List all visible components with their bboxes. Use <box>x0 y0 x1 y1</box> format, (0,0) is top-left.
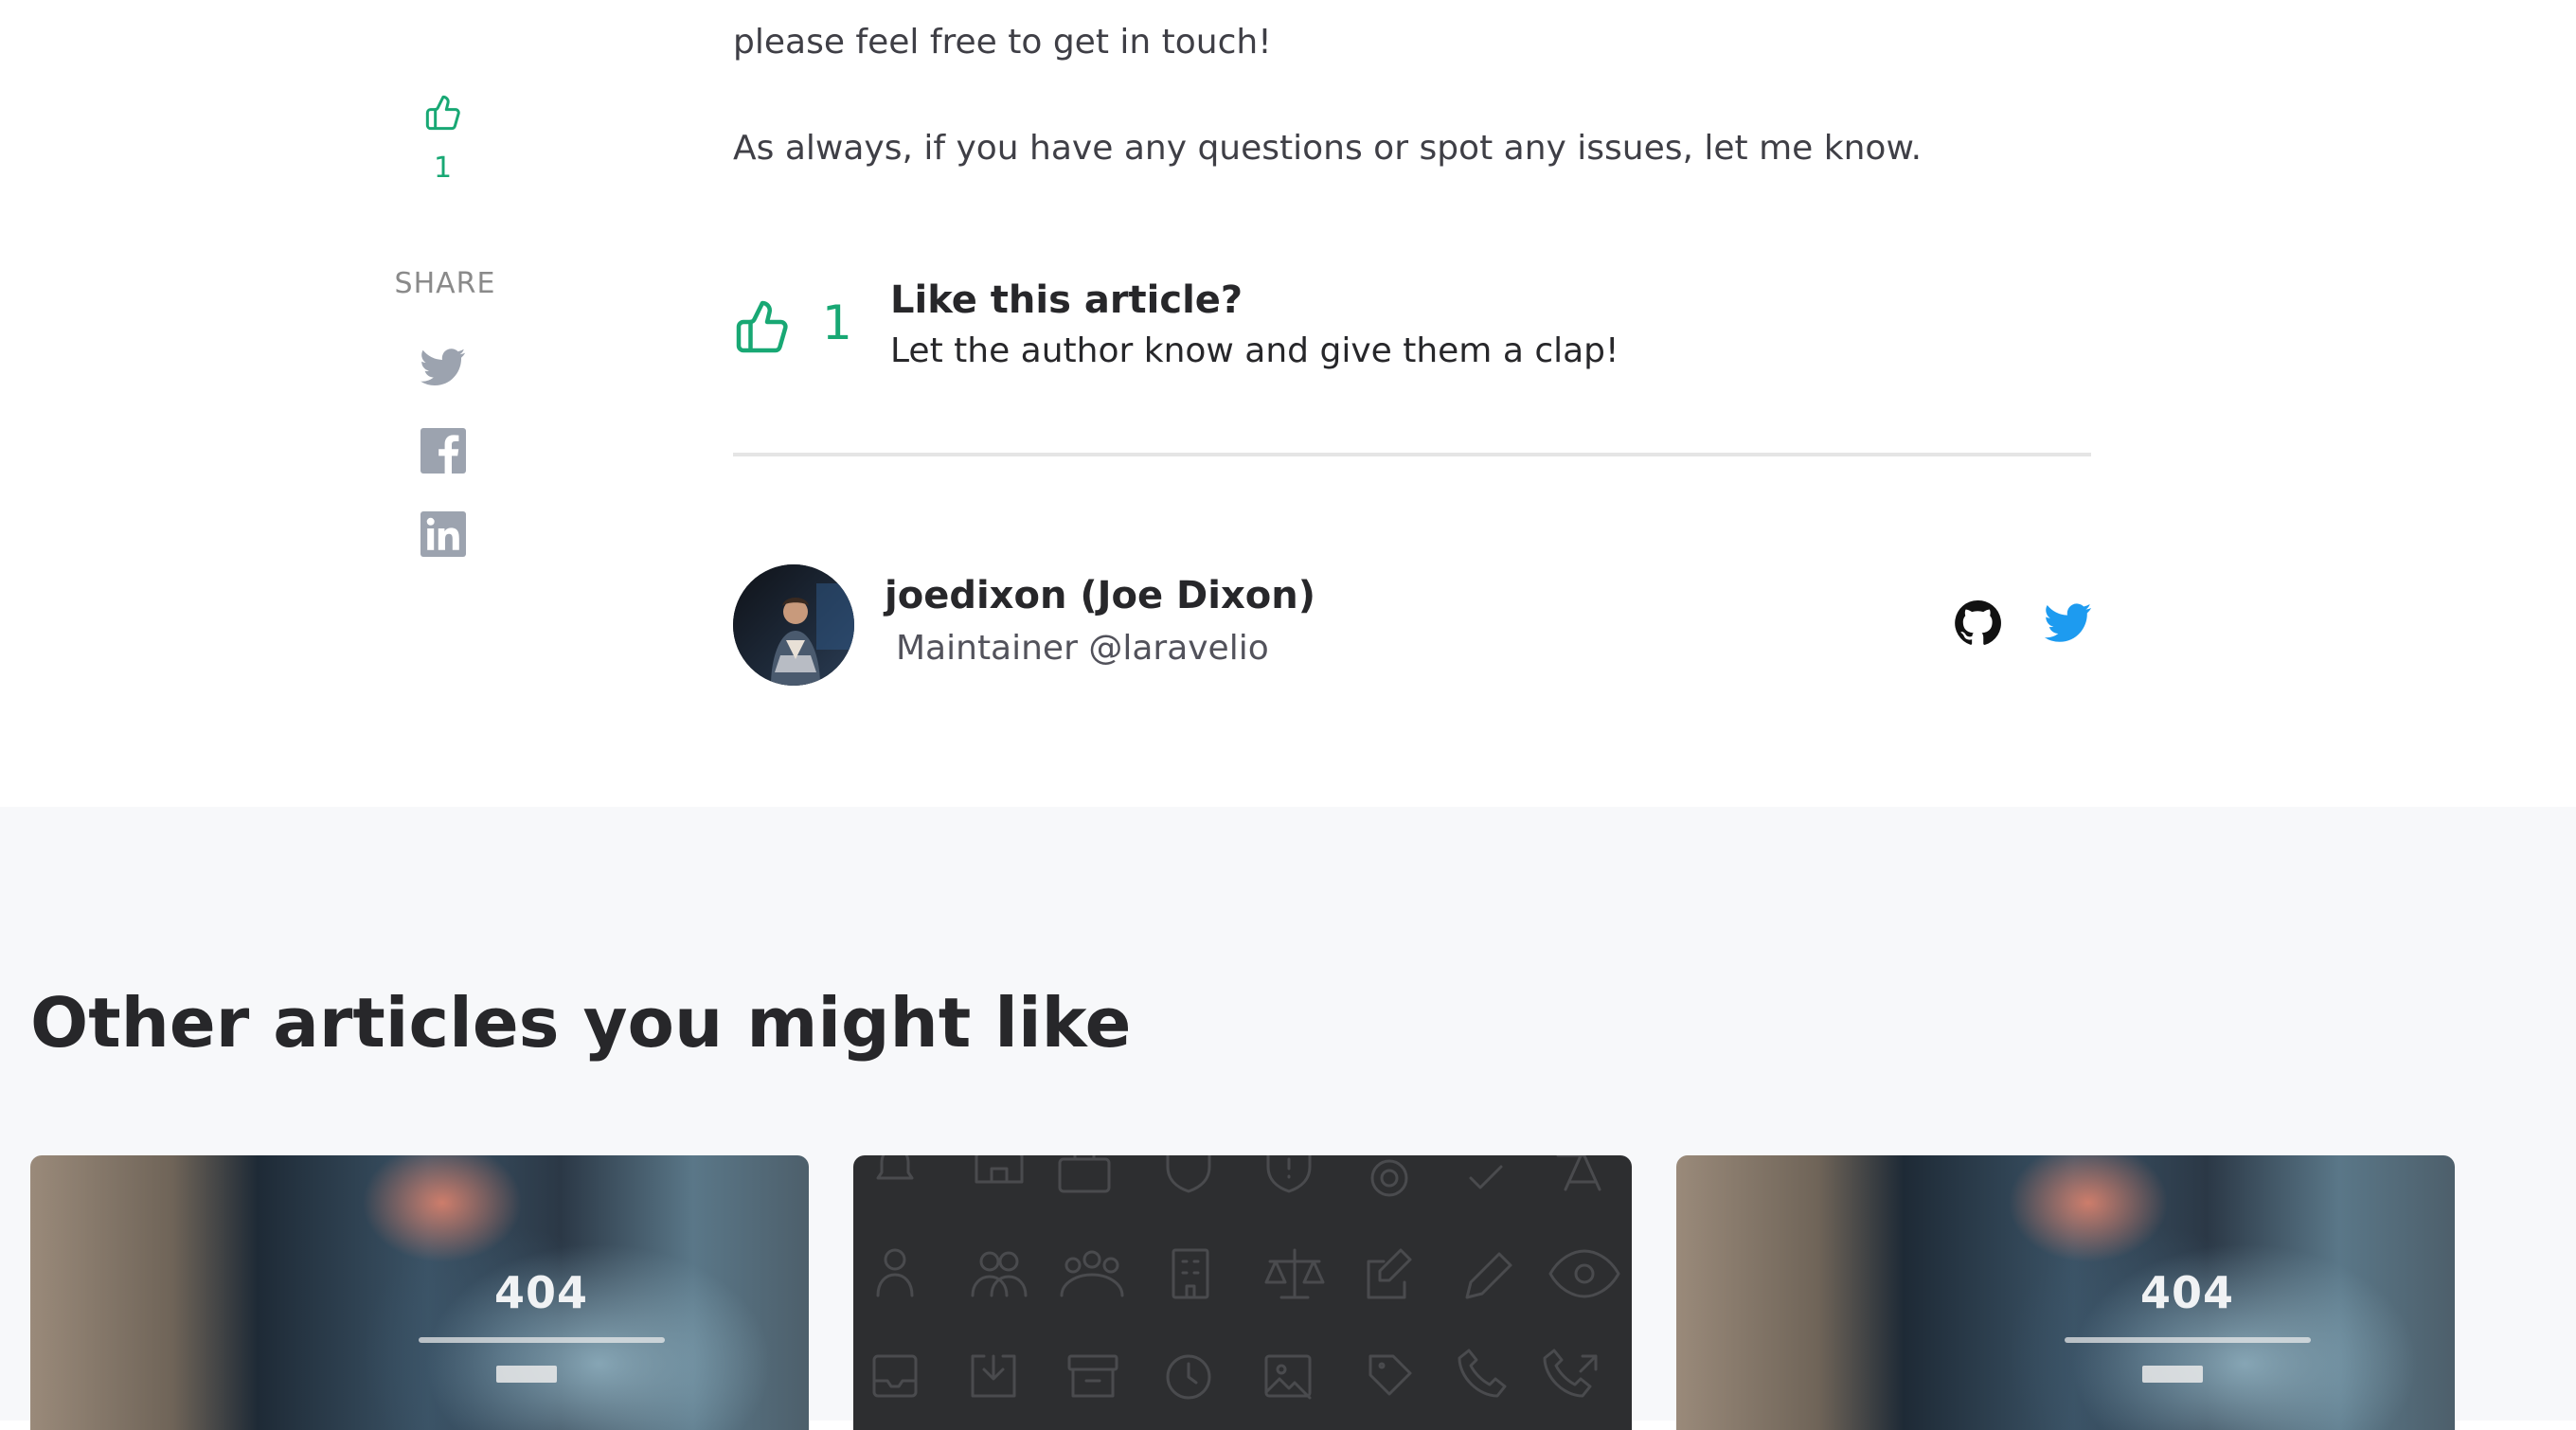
card-image-detail <box>2065 1337 2311 1343</box>
divider <box>733 453 2091 456</box>
author-twitter-link[interactable] <box>2040 595 2097 652</box>
linkedin-icon <box>420 511 466 557</box>
other-articles-heading: Other articles you might like <box>30 983 1132 1063</box>
github-icon <box>1955 600 2001 645</box>
icon-pattern-image <box>872 1155 1620 1400</box>
share-facebook-button[interactable] <box>417 424 470 477</box>
article-card-1[interactable]: 404 <box>30 1155 809 1430</box>
thumbs-up-icon <box>425 95 460 131</box>
share-twitter-button[interactable] <box>417 341 470 394</box>
article-card-2[interactable] <box>853 1155 1632 1430</box>
sidebar-clap-count: 1 <box>433 152 453 185</box>
share-label: SHARE <box>394 267 496 300</box>
article-paragraph-closing: As always, if you have any questions or … <box>733 129 1923 168</box>
sidebar-clap-button[interactable] <box>421 89 464 136</box>
author-bio: Maintainer @laravelio <box>896 629 1269 668</box>
share-linkedin-button[interactable] <box>417 508 470 561</box>
author-name[interactable]: joedixon (Joe Dixon) <box>885 574 1315 617</box>
twitter-icon <box>2045 603 2092 642</box>
facebook-icon <box>420 428 466 474</box>
thumbs-up-icon <box>736 300 788 353</box>
article-text-clipped <box>733 0 2030 14</box>
author-photo <box>733 564 854 686</box>
clap-button[interactable] <box>733 295 792 358</box>
card-image-detail <box>419 1337 665 1343</box>
twitter-icon <box>420 349 466 385</box>
article-paragraph-partial: please feel free to get in touch! <box>733 23 1272 62</box>
card-image-text: 404 <box>494 1267 589 1318</box>
card-image-detail <box>2142 1366 2203 1383</box>
clap-title: Like this article? <box>890 278 1243 322</box>
article-card-3[interactable]: 404 <box>1676 1155 2455 1430</box>
card-image-detail <box>496 1366 557 1383</box>
author-github-link[interactable] <box>1949 595 2006 652</box>
card-image-text: 404 <box>2140 1267 2235 1318</box>
clap-subtitle: Let the author know and give them a clap… <box>890 331 1619 370</box>
avatar[interactable] <box>733 564 854 686</box>
clap-count: 1 <box>822 295 852 350</box>
